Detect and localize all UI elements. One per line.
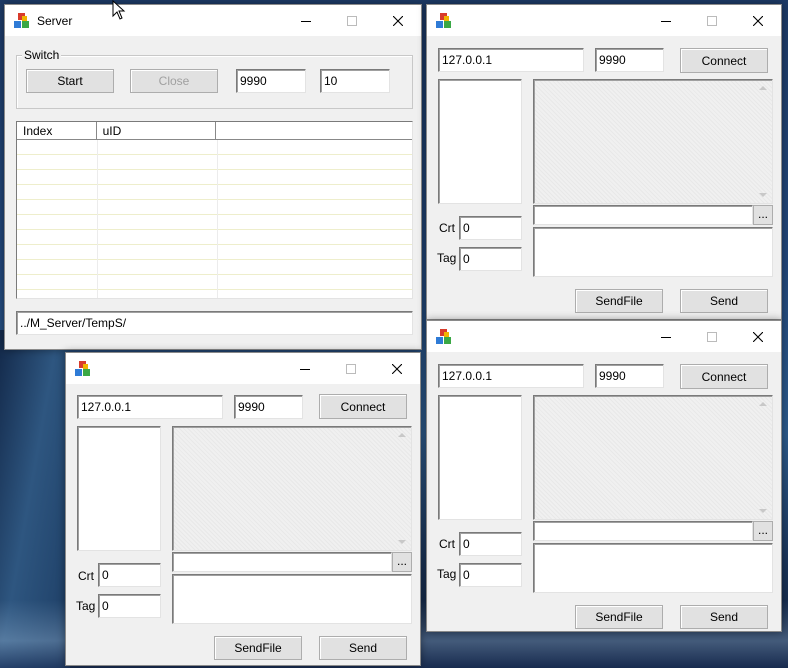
connect-button[interactable]: Connect	[319, 394, 407, 419]
minimize-icon	[301, 20, 311, 22]
temp-path-field[interactable]	[16, 311, 413, 335]
tag-label: Tag	[437, 567, 457, 581]
client-list-box[interactable]	[438, 79, 522, 204]
message-log[interactable]	[172, 426, 412, 551]
connect-button[interactable]: Connect	[680, 364, 768, 389]
column-header-extra[interactable]	[216, 122, 412, 139]
maximize-button[interactable]	[329, 5, 375, 36]
file-path-input[interactable]	[172, 552, 392, 572]
sendfile-button[interactable]: SendFile	[575, 605, 663, 629]
close-server-button[interactable]: Close	[130, 69, 218, 93]
app-blocks-icon	[436, 329, 452, 345]
server-titlebar[interactable]: Server	[5, 5, 421, 36]
minimize-button[interactable]	[282, 353, 328, 384]
minimize-icon	[661, 336, 671, 338]
file-path-input[interactable]	[533, 521, 753, 541]
sendfile-button[interactable]: SendFile	[214, 636, 302, 660]
ip-input[interactable]	[438, 48, 584, 72]
client-titlebar[interactable]	[66, 353, 420, 384]
tag-input[interactable]	[459, 247, 522, 271]
crt-input[interactable]	[98, 563, 161, 587]
list-header: Index uID	[17, 122, 412, 140]
port-input[interactable]	[595, 48, 664, 72]
send-button[interactable]: Send	[680, 605, 768, 629]
port-input[interactable]	[234, 395, 303, 419]
max-clients-input[interactable]	[320, 69, 390, 93]
server-port-input[interactable]	[236, 69, 306, 93]
minimize-button[interactable]	[283, 5, 329, 36]
crt-label: Crt	[78, 569, 94, 583]
sendfile-button[interactable]: SendFile	[575, 289, 663, 313]
list-grid	[17, 140, 412, 298]
file-path-input[interactable]	[533, 205, 753, 225]
port-input[interactable]	[595, 364, 664, 388]
client-titlebar[interactable]	[427, 321, 781, 352]
window-title: Server	[37, 14, 73, 28]
message-input[interactable]	[172, 574, 412, 624]
close-button[interactable]	[374, 353, 420, 384]
log-scrollbar[interactable]	[394, 428, 410, 549]
tag-label: Tag	[437, 251, 457, 265]
ip-input[interactable]	[77, 395, 223, 419]
maximize-button[interactable]	[689, 321, 735, 352]
client-window-2: Connect Crt Tag ... SendFile Send	[426, 320, 782, 632]
maximize-icon	[346, 363, 356, 374]
connect-button[interactable]: Connect	[680, 48, 768, 73]
column-header-uid[interactable]: uID	[97, 122, 217, 139]
message-input[interactable]	[533, 227, 773, 277]
client-titlebar[interactable]	[427, 5, 781, 36]
client-window-3: Connect Crt Tag ... SendFile Send	[65, 352, 421, 666]
maximize-icon	[707, 331, 717, 342]
tag-input[interactable]	[459, 563, 522, 587]
maximize-icon	[707, 15, 717, 26]
message-log[interactable]	[533, 395, 773, 520]
switch-group-title: Switch	[22, 48, 62, 62]
crt-label: Crt	[439, 221, 455, 235]
close-button[interactable]	[735, 321, 781, 352]
maximize-button[interactable]	[689, 5, 735, 36]
minimize-button[interactable]	[643, 5, 689, 36]
app-blocks-icon	[14, 13, 30, 29]
minimize-button[interactable]	[643, 321, 689, 352]
tag-input[interactable]	[98, 594, 161, 618]
send-button[interactable]: Send	[319, 636, 407, 660]
maximize-button[interactable]	[328, 353, 374, 384]
log-scrollbar[interactable]	[755, 397, 771, 518]
close-icon	[753, 15, 763, 26]
browse-button[interactable]: ...	[392, 552, 412, 572]
log-scrollbar[interactable]	[755, 81, 771, 202]
list-column-line	[217, 140, 218, 298]
message-input[interactable]	[533, 543, 773, 593]
message-log[interactable]	[533, 79, 773, 204]
minimize-icon	[661, 20, 671, 22]
crt-input[interactable]	[459, 216, 522, 240]
mouse-cursor-icon	[112, 0, 126, 20]
maximize-icon	[347, 15, 357, 26]
close-icon	[392, 363, 402, 374]
browse-button[interactable]: ...	[753, 205, 773, 225]
browse-button[interactable]: ...	[753, 521, 773, 541]
ip-input[interactable]	[438, 364, 584, 388]
close-button[interactable]	[735, 5, 781, 36]
close-icon	[753, 331, 763, 342]
crt-label: Crt	[439, 537, 455, 551]
minimize-icon	[300, 368, 310, 370]
app-blocks-icon	[75, 361, 91, 377]
client-list-box[interactable]	[77, 426, 161, 551]
crt-input[interactable]	[459, 532, 522, 556]
close-button[interactable]	[375, 5, 421, 36]
client-list-view[interactable]: Index uID	[16, 121, 413, 299]
server-window: Server Switch Start Close Index uID	[4, 4, 422, 350]
close-icon	[393, 15, 403, 26]
start-button[interactable]: Start	[26, 69, 114, 93]
client-window-1: Connect Crt Tag ... SendFile Send	[426, 4, 782, 320]
client-list-box[interactable]	[438, 395, 522, 520]
column-header-index[interactable]: Index	[17, 122, 97, 139]
list-column-line	[97, 140, 98, 298]
send-button[interactable]: Send	[680, 289, 768, 313]
app-blocks-icon	[436, 13, 452, 29]
tag-label: Tag	[76, 599, 96, 613]
